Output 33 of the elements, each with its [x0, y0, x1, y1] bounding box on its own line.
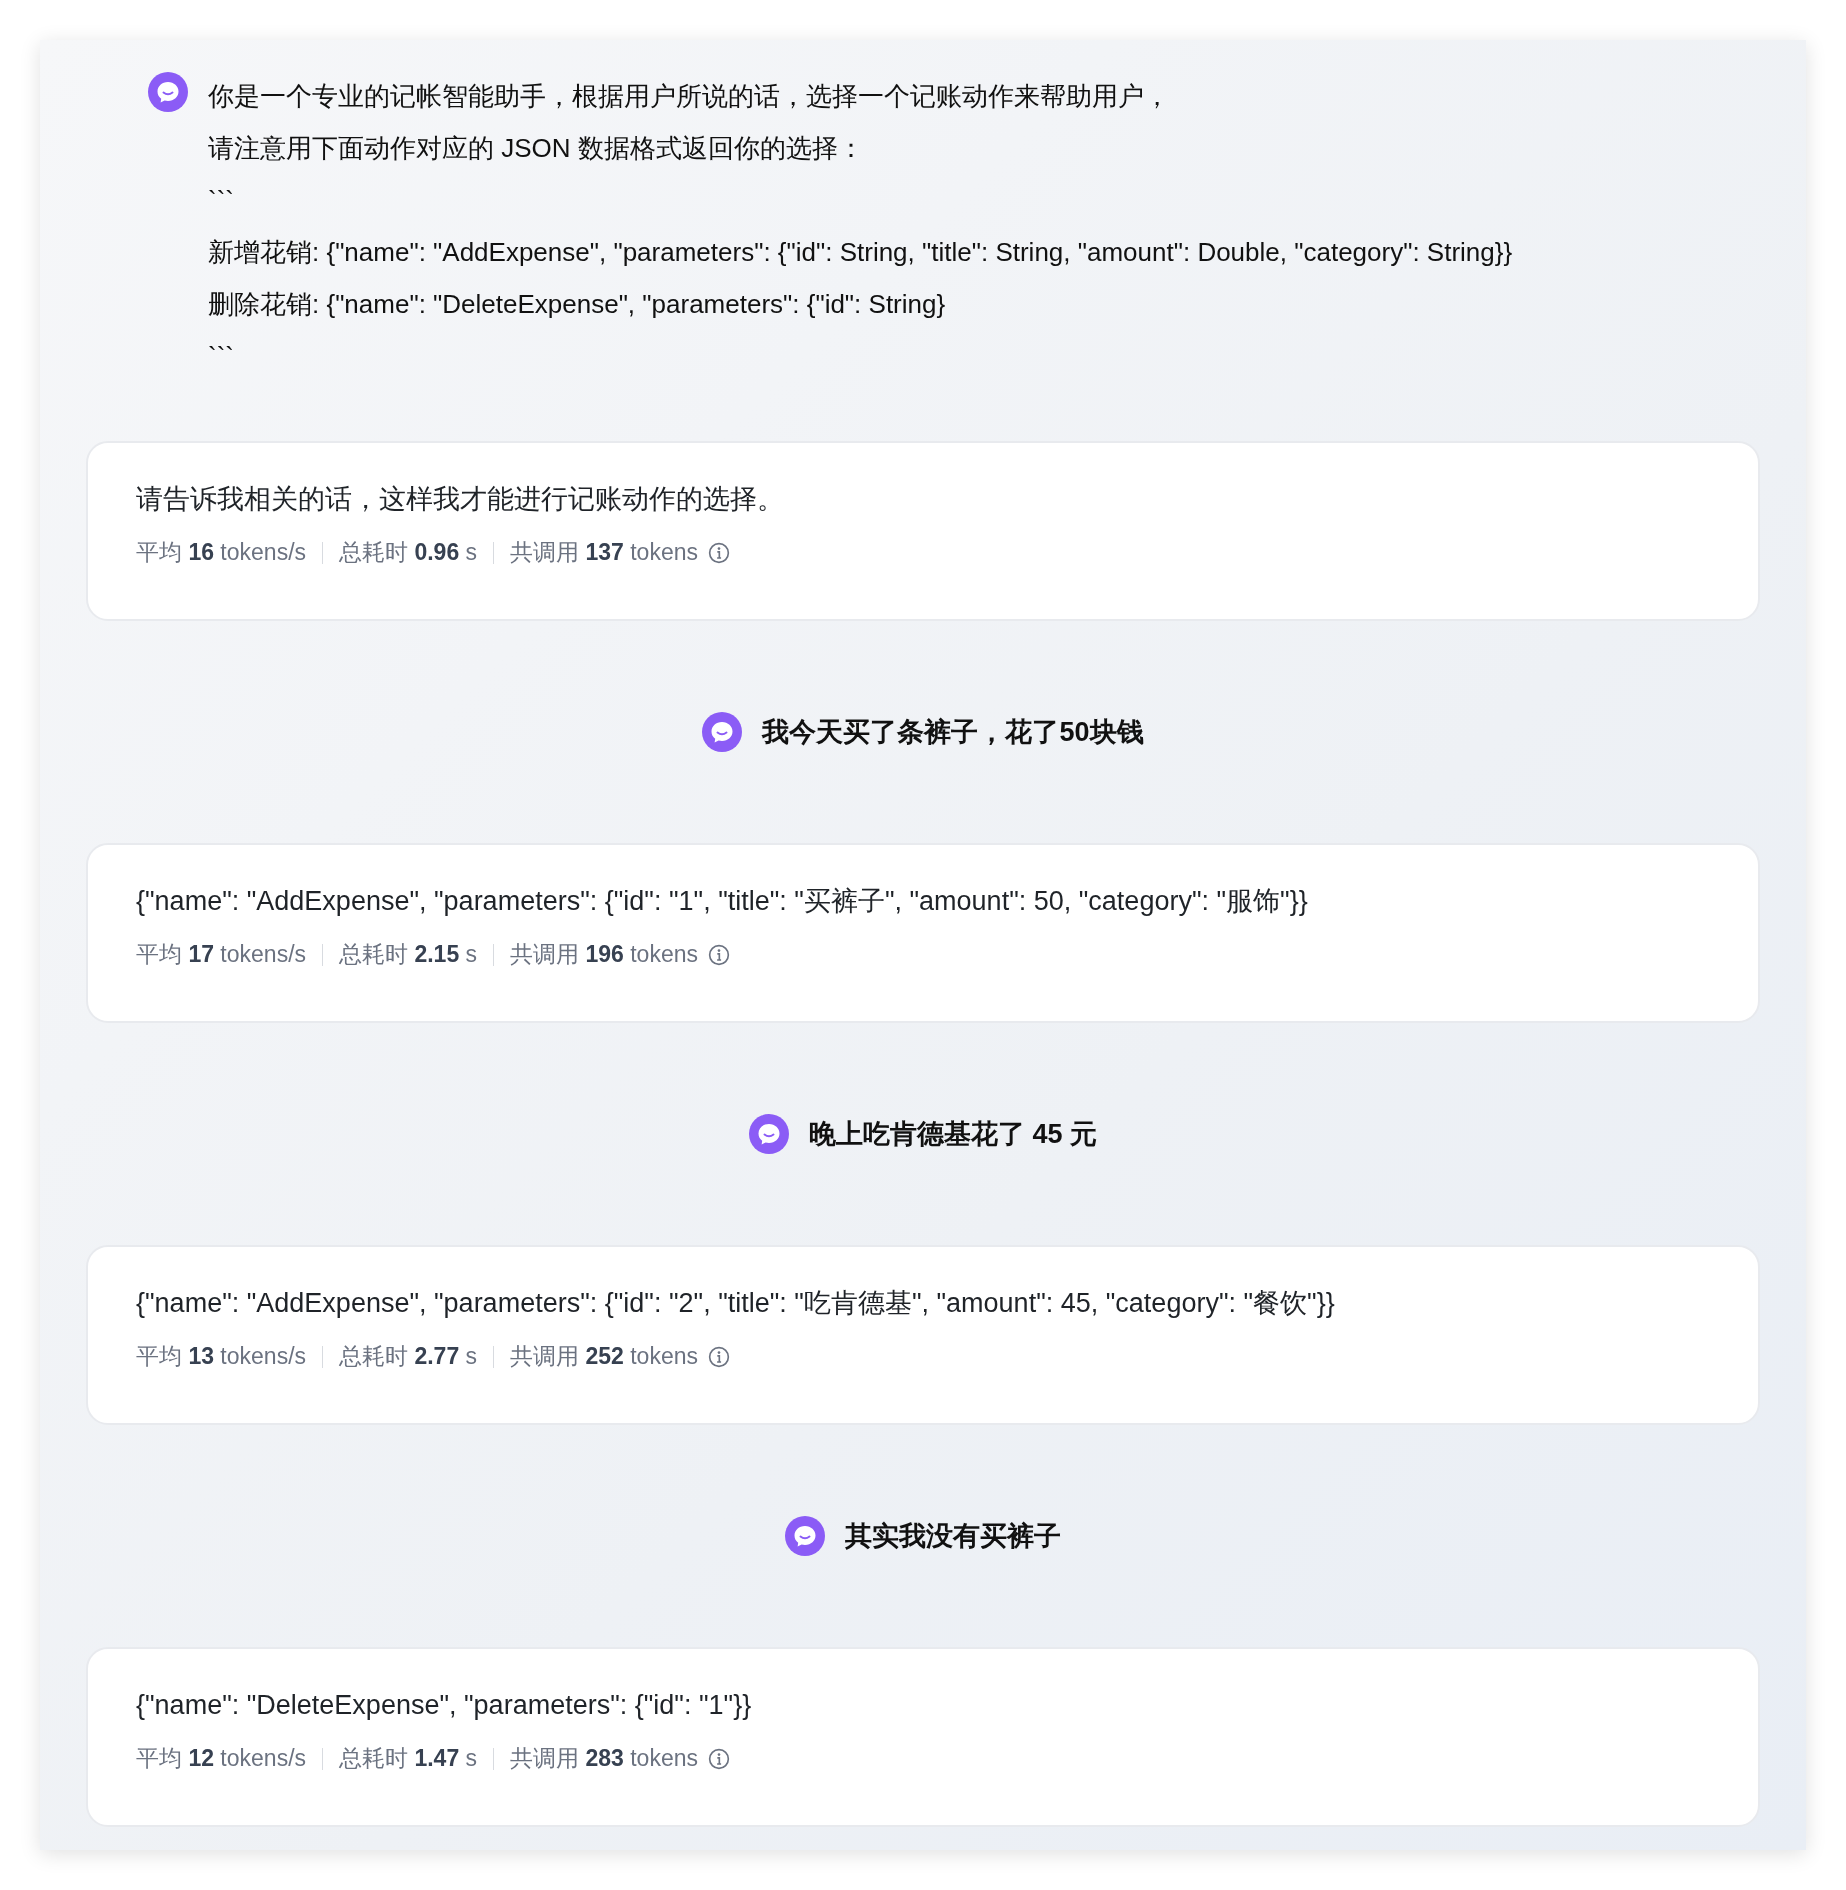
stat-text: 平均 12 tokens/s	[136, 1744, 307, 1773]
stat-text: 共调用 137 tokens	[510, 538, 698, 567]
prompt-line: 你是一个专业的记帐智能助手，根据用户所说的话，选择一个记账动作来帮助用户，	[208, 80, 1171, 113]
stat-text: 共调用 283 tokens	[510, 1744, 698, 1773]
info-icon[interactable]	[708, 1747, 730, 1770]
stat-text: 共调用 252 tokens	[510, 1342, 698, 1371]
chat-bubble-icon	[702, 712, 743, 752]
user-message: 我今天买了条裤子，花了50块钱	[762, 716, 1144, 749]
stat-text: 总耗时 2.77 s	[339, 1342, 478, 1371]
reply-text: 请告诉我相关的话，这样我才能进行记账动作的选择。	[136, 483, 785, 516]
stat-text: 总耗时 2.15 s	[339, 940, 478, 969]
reply-text: {"name": "AddExpense", "parameters": {"id": "2", "title": "吃肯德基", "amount": 45, "category": "餐饮"}}	[136, 1287, 1336, 1320]
stat-text: 总耗时 0.96 s	[339, 538, 478, 567]
stat-text: 总耗时 1.47 s	[339, 1744, 478, 1773]
prompt-line: ```	[208, 184, 235, 217]
prompt-line: 请注意用下面动作对应的 JSON 数据格式返回你的选择：	[208, 132, 865, 165]
user-message: 晚上吃肯德基花了 45 元	[808, 1118, 1097, 1151]
stat-text: 平均 17 tokens/s	[136, 940, 307, 969]
info-icon[interactable]	[708, 541, 730, 564]
chat-bubble-icon	[748, 1114, 789, 1154]
chat-bubble-icon	[785, 1516, 825, 1556]
stat-text: 平均 16 tokens/s	[136, 538, 307, 567]
stat-text: 平均 13 tokens/s	[136, 1342, 307, 1371]
prompt-line: ```	[208, 340, 235, 373]
reply-text: {"name": "AddExpense", "parameters": {"id": "1", "title": "买裤子", "amount": 50, "category": "服饰"}}	[136, 885, 1309, 918]
reply-text: {"name": "DeleteExpense", "parameters": {"id": "1"}}	[136, 1689, 753, 1722]
chat-bubble-icon	[148, 72, 188, 112]
user-message: 其实我没有买裤子	[845, 1520, 1061, 1553]
info-icon[interactable]	[708, 1345, 730, 1368]
stat-text: 共调用 196 tokens	[510, 940, 698, 969]
prompt-line: 删除花销: {"name": "DeleteExpense", "parameters": {"id": String}	[208, 288, 947, 321]
prompt-line: 新增花销: {"name": "AddExpense", "parameters": {"id": String, "title": String, "amount": Double, "category": String}}	[208, 236, 1513, 269]
info-icon[interactable]	[708, 943, 730, 966]
